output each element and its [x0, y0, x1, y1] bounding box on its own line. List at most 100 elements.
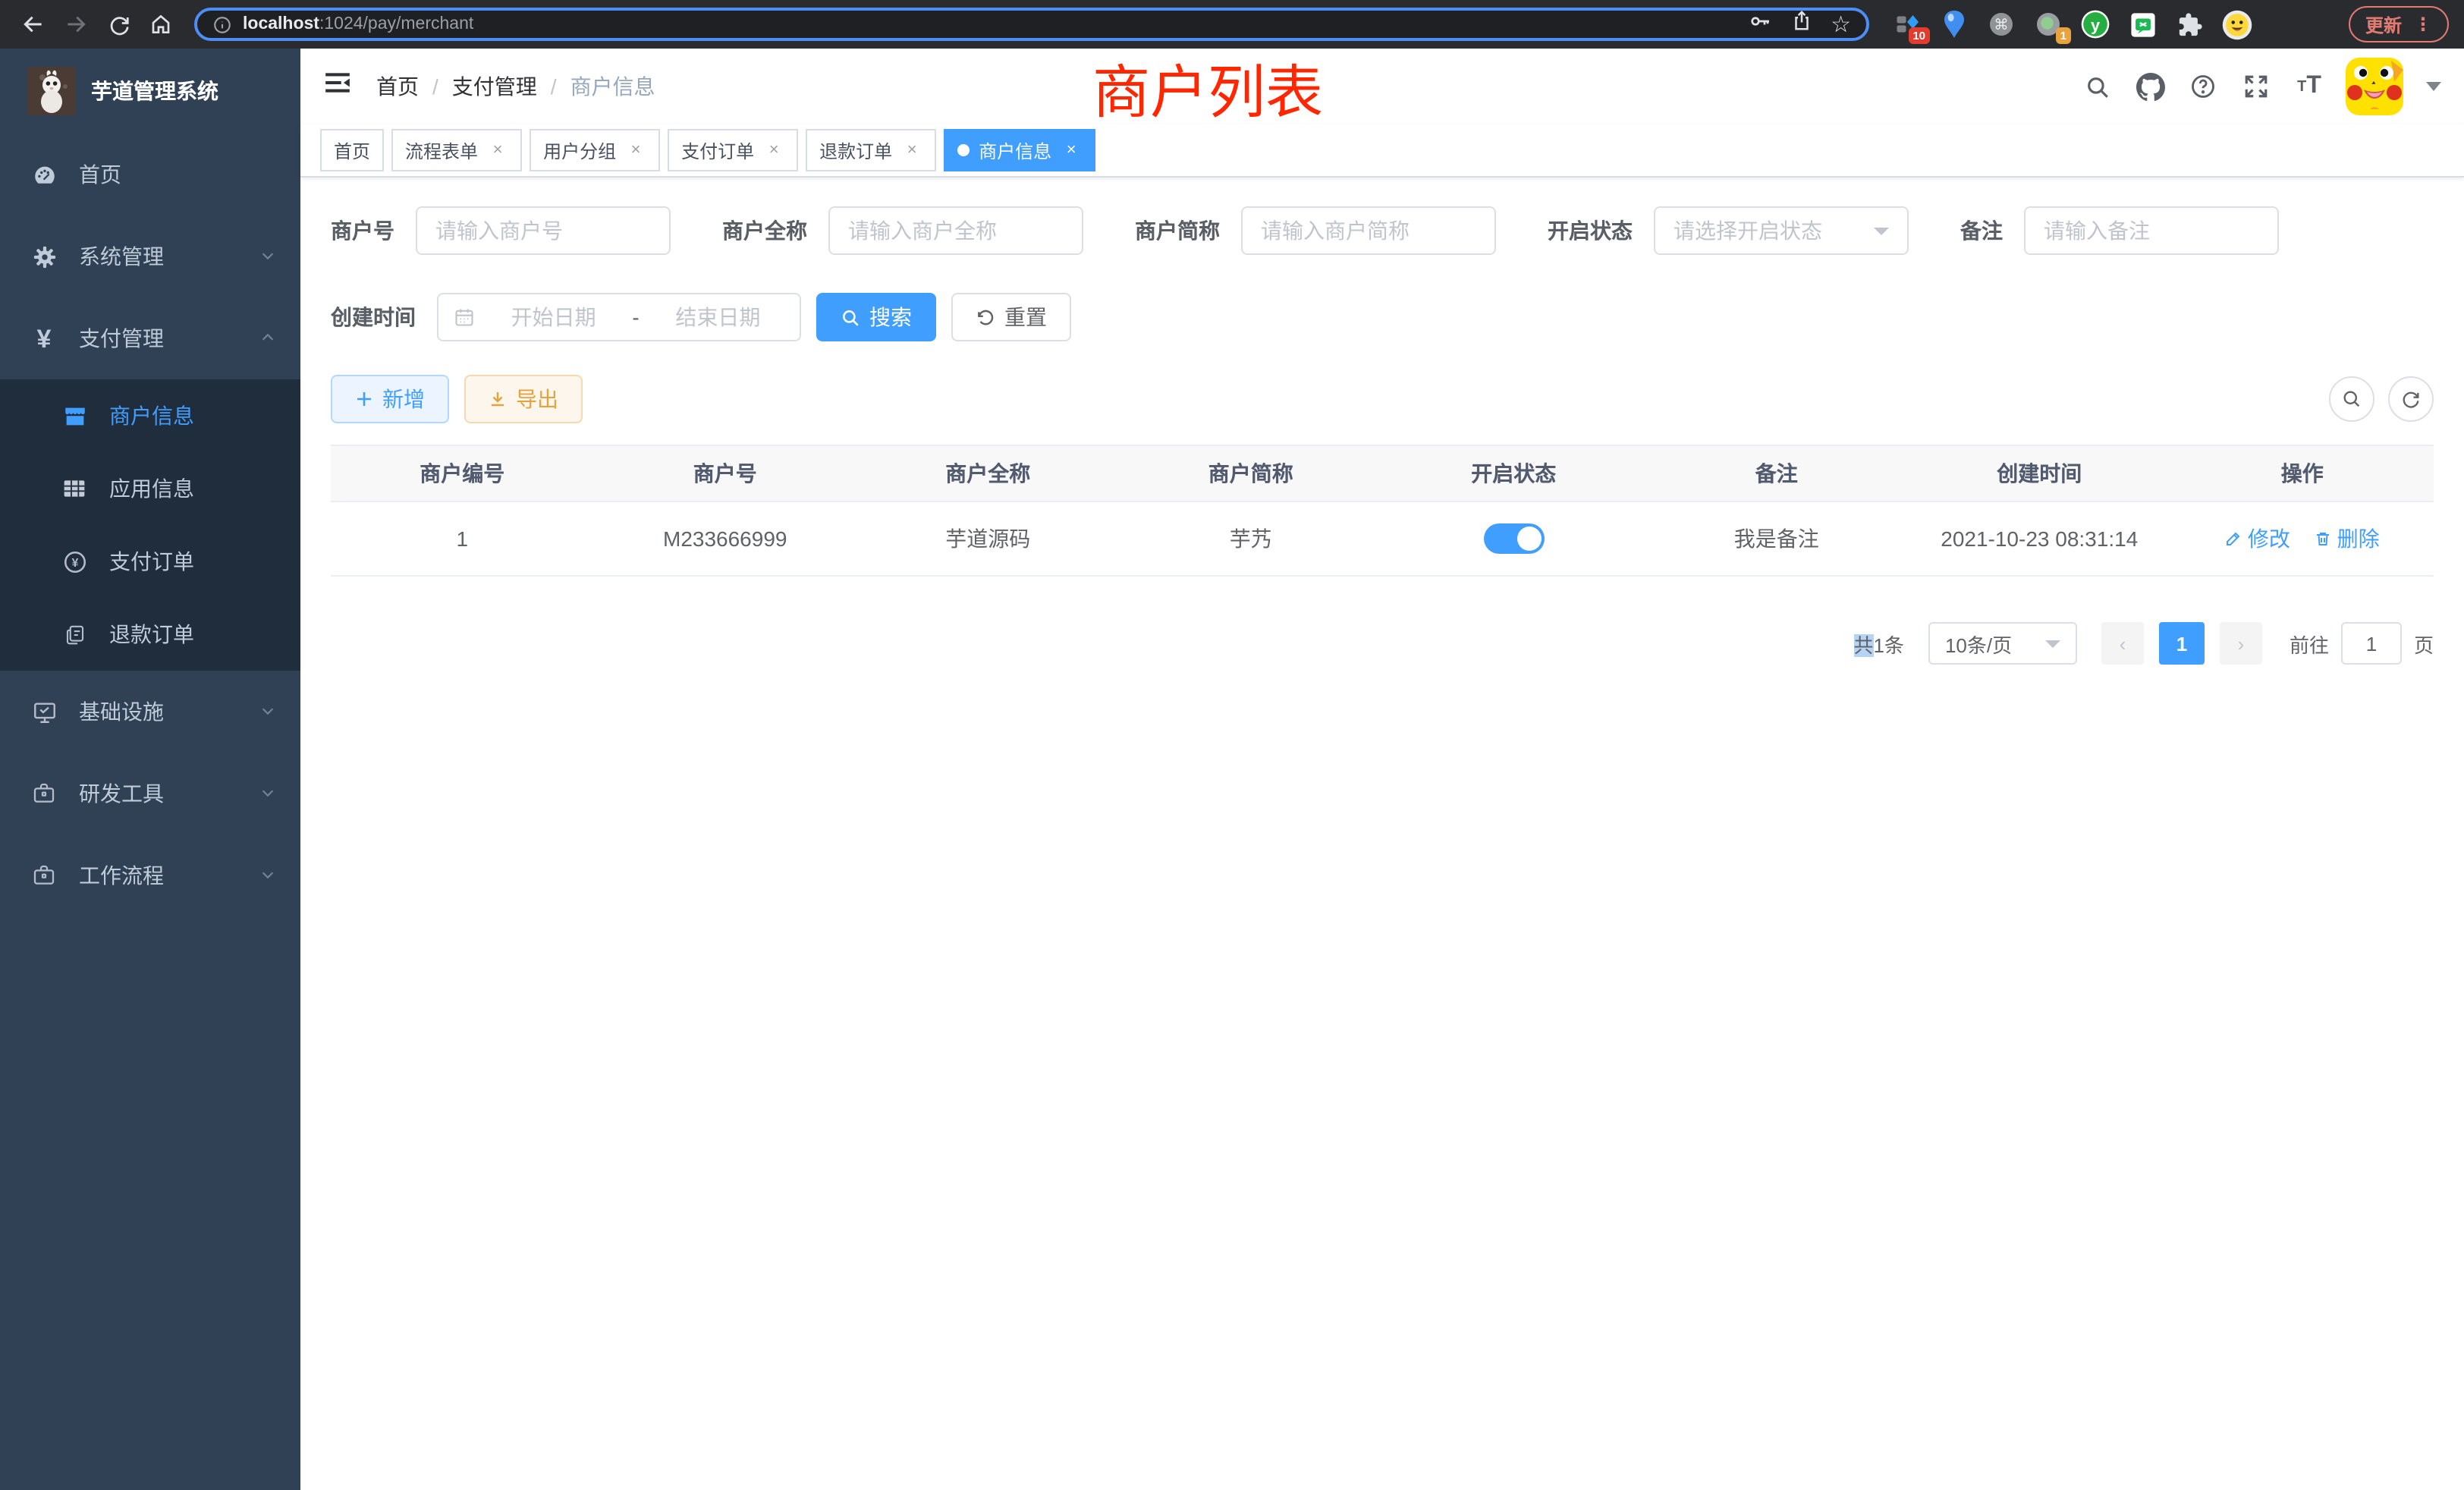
help-icon[interactable]	[2186, 70, 2220, 103]
table-row: 1 M233666999 芋道源码 芋艿 我是备注 2021-10-23 08:…	[331, 501, 2434, 576]
sidebar-item-system[interactable]: 系统管理	[0, 215, 300, 297]
tab-user-group[interactable]: 用户分组×	[530, 129, 660, 171]
site-info-icon[interactable]	[212, 14, 232, 34]
browser-forward-icon[interactable]	[58, 6, 94, 42]
edit-link[interactable]: 修改	[2225, 523, 2290, 554]
extensions-puzzle-icon[interactable]	[2173, 8, 2206, 41]
full-name-input[interactable]	[828, 206, 1083, 255]
profile-avatar-emoji[interactable]	[2220, 8, 2253, 41]
sidebar-item-workflow[interactable]: 工作流程	[0, 835, 300, 916]
extension-badge: 1	[2056, 27, 2071, 44]
goto-page-input[interactable]	[2341, 622, 2402, 665]
sidebar-item-dev-tools[interactable]: 研发工具	[0, 753, 300, 835]
sidebar-logo[interactable]: 芋道管理系统	[0, 49, 300, 134]
cell-status	[1382, 501, 1645, 576]
fullscreen-icon[interactable]	[2239, 70, 2273, 103]
svg-text:y: y	[2091, 15, 2100, 34]
tab-process-form[interactable]: 流程表单×	[391, 129, 522, 171]
refresh-table-button[interactable]	[2388, 376, 2434, 422]
extension-badge: 10	[1908, 27, 1930, 44]
tab-pay-order[interactable]: 支付订单×	[668, 129, 798, 171]
prev-page-button[interactable]: ‹	[2101, 622, 2144, 665]
briefcase-icon	[30, 862, 58, 889]
sidebar-item-infrastructure[interactable]: 基础设施	[0, 671, 300, 753]
sidebar-item-home[interactable]: 首页	[0, 134, 300, 215]
merchant-no-input[interactable]	[416, 206, 671, 255]
extension-balloon-icon[interactable]	[1938, 8, 1971, 41]
close-icon[interactable]: ×	[625, 140, 646, 161]
search-icon	[841, 307, 860, 327]
status-select-placeholder: 请选择开启状态	[1674, 215, 1822, 246]
header-search-icon[interactable]	[2080, 70, 2114, 103]
next-page-button[interactable]: ›	[2220, 622, 2262, 665]
extension-y-icon[interactable]: y	[2079, 8, 2112, 41]
sidebar-item-pay-order[interactable]: ¥ 支付订单	[0, 525, 300, 598]
address-bar[interactable]: localhost:1024/pay/merchant ☆	[194, 8, 1869, 41]
browser-menu-dots-icon[interactable]: ⋮	[2414, 14, 2432, 35]
calendar-icon	[454, 306, 475, 328]
col-merchant-id: 商户编号	[331, 445, 594, 501]
page-content: 商户号 商户全称 商户简称 开启状态 请选择开启状态	[300, 178, 2464, 1490]
create-time-range-picker[interactable]: 开始日期 - 结束日期	[437, 293, 801, 341]
cell-short-name: 芋艿	[1120, 501, 1383, 576]
github-icon[interactable]	[2133, 70, 2167, 103]
update-label: 更新	[2365, 11, 2402, 37]
share-icon[interactable]	[1790, 9, 1812, 39]
show-search-toggle-button[interactable]	[2329, 376, 2374, 422]
breadcrumb-separator: /	[551, 74, 557, 99]
dashboard-icon	[30, 161, 58, 188]
remark-input[interactable]	[2024, 206, 2279, 255]
browser-back-icon[interactable]	[15, 6, 52, 42]
browser-update-button[interactable]: 更新 ⋮	[2349, 6, 2449, 42]
tab-merchant-info[interactable]: 商户信息×	[944, 129, 1095, 171]
password-key-icon[interactable]	[1747, 8, 1771, 40]
chevron-down-icon	[259, 781, 276, 806]
delete-link[interactable]: 删除	[2315, 523, 2380, 554]
close-icon[interactable]: ×	[1061, 140, 1082, 161]
sidebar-item-pay[interactable]: ¥ 支付管理	[0, 297, 300, 379]
reset-button[interactable]: 重置	[951, 293, 1071, 341]
tags-view: 首页 流程表单× 用户分组× 支付订单× 退款订单× 商户信息×	[300, 124, 2464, 178]
avatar-dropdown-caret[interactable]	[2426, 82, 2441, 91]
tab-refund-order[interactable]: 退款订单×	[806, 129, 936, 171]
sidebar-item-label: 工作流程	[79, 860, 238, 891]
tab-home[interactable]: 首页	[320, 129, 384, 171]
extension-tabs-icon[interactable]: 10	[1890, 8, 1924, 41]
sidebar-item-app-info[interactable]: 应用信息	[0, 452, 300, 525]
extensions-row: 10 ⌘ 1 y	[1890, 8, 2253, 41]
short-name-input[interactable]	[1241, 206, 1496, 255]
close-icon[interactable]: ×	[487, 140, 508, 161]
breadcrumb-pay[interactable]: 支付管理	[452, 71, 537, 102]
extension-chat-icon[interactable]	[2126, 8, 2159, 41]
chevron-down-icon	[259, 863, 276, 888]
monitor-check-icon	[30, 698, 58, 725]
cell-merchant-id: 1	[331, 501, 594, 576]
export-button[interactable]: 导出	[464, 375, 583, 423]
status-select[interactable]: 请选择开启状态	[1654, 206, 1909, 255]
close-icon[interactable]: ×	[763, 140, 784, 161]
sidebar-item-merchant-info[interactable]: 商户信息	[0, 379, 300, 452]
filter-row-1: 商户号 商户全称 商户简称 开启状态 请选择开启状态	[331, 206, 2434, 255]
extension-recorder-icon[interactable]: 1	[2032, 8, 2065, 41]
sidebar-item-label: 系统管理	[79, 241, 238, 272]
sidebar-item-label: 商户信息	[109, 401, 276, 431]
bookmark-star-icon[interactable]: ☆	[1831, 13, 1851, 36]
add-button[interactable]: 新增	[331, 375, 449, 423]
browser-reload-icon[interactable]	[100, 6, 137, 42]
page-size-select[interactable]: 10条/页	[1928, 622, 2077, 665]
status-toggle[interactable]	[1483, 523, 1544, 554]
page-1-button[interactable]: 1	[2159, 622, 2205, 665]
sidebar-collapse-icon[interactable]	[323, 68, 352, 105]
extension-command-icon[interactable]: ⌘	[1985, 8, 2018, 41]
browser-home-icon[interactable]	[143, 6, 179, 42]
cell-actions: 修改 删除	[2171, 501, 2434, 576]
sidebar-item-refund-order[interactable]: 退款订单	[0, 598, 300, 671]
active-dot	[957, 144, 970, 156]
sidebar-item-label: 基础设施	[79, 696, 238, 727]
user-avatar[interactable]	[2346, 58, 2403, 115]
font-size-icon[interactable]: TT	[2293, 70, 2326, 103]
cell-remark: 我是备注	[1645, 501, 1909, 576]
search-button[interactable]: 搜索	[816, 293, 936, 341]
close-icon[interactable]: ×	[901, 140, 922, 161]
breadcrumb-home[interactable]: 首页	[376, 71, 419, 102]
